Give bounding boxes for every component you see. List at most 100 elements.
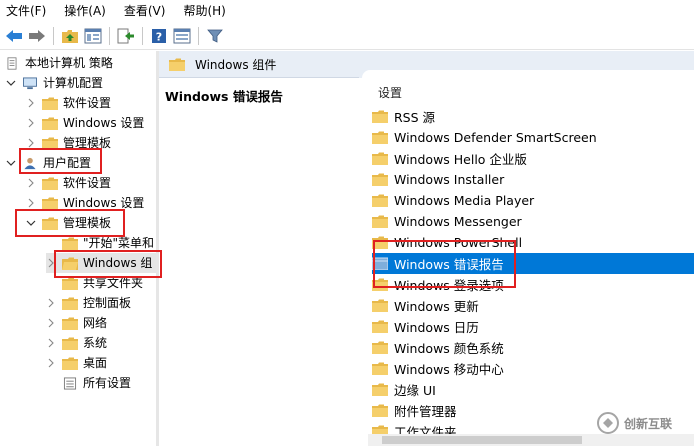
setting-list-item-label: Windows 日历 bbox=[394, 320, 479, 335]
chevron-right-icon[interactable] bbox=[46, 258, 56, 268]
setting-list-item[interactable]: Windows Messenger bbox=[372, 211, 694, 232]
up-folder-icon[interactable] bbox=[60, 26, 80, 46]
chevron-down-icon[interactable] bbox=[6, 158, 16, 168]
folder-icon bbox=[372, 404, 388, 417]
chevron-right-icon[interactable] bbox=[46, 318, 56, 328]
setting-list-item[interactable]: Windows Media Player bbox=[372, 190, 694, 211]
settings-list: 设置 RSS 源 Windows Defender SmartScreen Wind… bbox=[368, 78, 694, 446]
setting-list-item-label: Windows 移动中心 bbox=[394, 362, 504, 377]
folder-icon bbox=[62, 337, 78, 350]
right-header-title: Windows 组件 bbox=[195, 57, 277, 72]
chevron-right-icon[interactable] bbox=[46, 338, 56, 348]
tree-item-cc-windows[interactable]: Windows 设置 bbox=[26, 113, 144, 133]
setting-list-item[interactable]: Windows Installer bbox=[372, 169, 694, 190]
folder-icon bbox=[62, 357, 78, 370]
folder-icon bbox=[62, 297, 78, 310]
folder-icon bbox=[372, 194, 388, 207]
tree-item-cc-software[interactable]: 软件设置 bbox=[26, 93, 111, 113]
menu-action[interactable]: 操作(A) bbox=[64, 0, 106, 22]
setting-list-item-label: Windows Media Player bbox=[394, 193, 535, 208]
tree-item-uc-software[interactable]: 软件设置 bbox=[26, 173, 111, 193]
setting-list-item[interactable]: Windows 登录选项 bbox=[372, 274, 694, 295]
setting-list-item[interactable]: Windows PowerShell bbox=[372, 232, 694, 253]
tree-item-network[interactable]: 网络 bbox=[46, 313, 107, 333]
setting-list-item[interactable]: Windows Defender SmartScreen bbox=[372, 127, 694, 148]
setting-list-item[interactable]: Windows Hello 企业版 bbox=[372, 148, 694, 169]
tree-item-uc-windows[interactable]: Windows 设置 bbox=[26, 193, 144, 213]
setting-list-item-label: Windows Defender SmartScreen bbox=[394, 130, 597, 145]
export-list-icon[interactable] bbox=[116, 26, 136, 46]
folder-icon bbox=[372, 236, 388, 249]
chevron-right-icon[interactable] bbox=[26, 98, 36, 108]
setting-list-item[interactable]: Windows 移动中心 bbox=[372, 358, 694, 379]
tree-item-uc-admin[interactable]: 管理模板 bbox=[26, 213, 111, 233]
setting-list-item[interactable]: Windows 颜色系统 bbox=[372, 337, 694, 358]
chevron-right-icon[interactable] bbox=[26, 138, 36, 148]
folder-icon bbox=[372, 299, 388, 312]
back-arrow-icon[interactable] bbox=[4, 26, 24, 46]
tree-item-user-config[interactable]: 用户配置 bbox=[6, 153, 91, 173]
tree-item-cc-admin[interactable]: 管理模板 bbox=[26, 133, 111, 153]
toolbar-separator bbox=[142, 26, 143, 45]
setting-list-item[interactable]: Windows 错误报告 bbox=[372, 253, 694, 274]
tree-item-computer-config[interactable]: 计算机配置 bbox=[6, 73, 103, 93]
tree-item-desktop[interactable]: 桌面 bbox=[46, 353, 107, 373]
setting-list-item[interactable]: RSS 源 bbox=[372, 106, 694, 127]
toolbar-separator bbox=[198, 26, 199, 45]
setting-list-item[interactable]: Windows 日历 bbox=[372, 316, 694, 337]
menu-bar: 文件(F) 操作(A) 查看(V) 帮助(H) bbox=[0, 0, 694, 22]
tree-item-start-menu[interactable]: "开始"菜单和 bbox=[46, 233, 154, 253]
computer-icon bbox=[23, 76, 37, 89]
tree-item-windows-components[interactable]: Windows 组 bbox=[46, 253, 156, 273]
setting-list-item-label: Windows 更新 bbox=[394, 299, 479, 314]
tree-item-control-panel[interactable]: 控制面板 bbox=[46, 293, 131, 313]
menu-file[interactable]: 文件(F) bbox=[6, 0, 46, 22]
chevron-right-icon[interactable] bbox=[46, 358, 56, 368]
user-icon bbox=[24, 157, 36, 169]
folder-icon bbox=[372, 362, 388, 375]
tree-item-local-policy[interactable]: 本地计算机 策略 bbox=[4, 53, 113, 73]
setting-list-item-label: Windows Installer bbox=[394, 172, 505, 187]
chevron-right-icon[interactable] bbox=[26, 198, 36, 208]
chevron-right-icon[interactable] bbox=[26, 118, 36, 128]
properties-icon[interactable] bbox=[172, 26, 192, 46]
list-tab-notch-inner bbox=[362, 70, 694, 78]
setting-list-item-label: RSS 源 bbox=[394, 110, 436, 125]
chevron-down-icon[interactable] bbox=[6, 78, 16, 88]
chevron-right-icon[interactable] bbox=[46, 298, 56, 308]
list-column-header-setting[interactable]: 设置 bbox=[378, 84, 402, 101]
folder-icon bbox=[42, 197, 58, 210]
tree-pane: 本地计算机 策略 计算机配置 软件设置 Windows 设置 管理模板 用户配置… bbox=[0, 51, 156, 446]
menu-help[interactable]: 帮助(H) bbox=[183, 0, 225, 22]
folder-icon bbox=[42, 117, 58, 130]
chevron-down-icon[interactable] bbox=[26, 218, 36, 228]
all-settings-icon bbox=[63, 376, 77, 390]
folder-icon bbox=[372, 173, 388, 186]
policy-document-icon bbox=[7, 56, 17, 70]
folder-icon bbox=[62, 277, 78, 290]
toolbar-separator bbox=[53, 26, 54, 45]
scrollbar-thumb[interactable] bbox=[382, 436, 582, 444]
setting-list-item[interactable]: Windows 更新 bbox=[372, 295, 694, 316]
folder-icon bbox=[372, 278, 388, 291]
description-pane: Windows 错误报告 bbox=[159, 78, 359, 446]
folder-icon bbox=[169, 58, 185, 71]
chevron-right-icon[interactable] bbox=[26, 178, 36, 188]
filter-icon[interactable] bbox=[205, 26, 225, 46]
toolbar-separator bbox=[109, 26, 110, 45]
folder-icon bbox=[42, 177, 58, 190]
tree-item-system[interactable]: 系统 bbox=[46, 333, 107, 353]
menu-view[interactable]: 查看(V) bbox=[124, 0, 166, 22]
description-title: Windows 错误报告 bbox=[165, 89, 283, 104]
help-icon[interactable]: ? bbox=[149, 26, 169, 46]
setting-list-item-label: Windows 登录选项 bbox=[394, 278, 504, 293]
tree-item-all-settings[interactable]: 所有设置 bbox=[46, 373, 131, 393]
setting-list-item-label: 附件管理器 bbox=[394, 404, 457, 419]
forward-arrow-icon[interactable] bbox=[27, 26, 47, 46]
show-hide-tree-icon[interactable] bbox=[83, 26, 103, 46]
setting-list-item-label: Windows PowerShell bbox=[394, 235, 523, 250]
setting-list-item[interactable]: 边缘 UI bbox=[372, 379, 694, 400]
folder-icon bbox=[372, 320, 388, 333]
tree-item-shared-folders[interactable]: 共享文件夹 bbox=[46, 273, 143, 293]
